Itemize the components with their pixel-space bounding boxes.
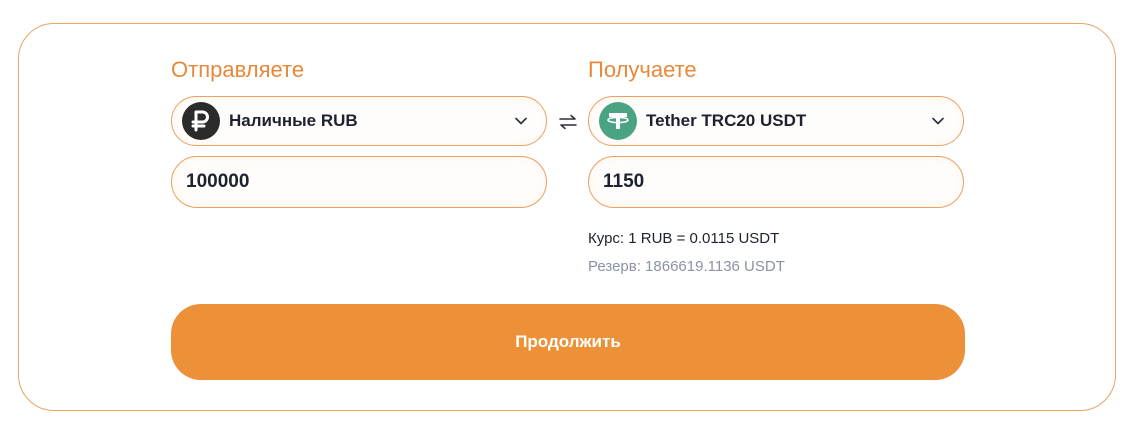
send-title: Отправляете bbox=[171, 57, 305, 82]
chevron-down-icon bbox=[931, 114, 945, 128]
chevron-down-icon bbox=[514, 114, 528, 128]
continue-button[interactable]: Продолжить bbox=[171, 304, 965, 380]
receive-currency-select[interactable]: Tether TRC20 USDT bbox=[588, 96, 964, 146]
receive-title: Получаете bbox=[588, 57, 697, 82]
send-currency-select[interactable]: Наличные RUB bbox=[171, 96, 547, 146]
send-amount-input[interactable] bbox=[171, 156, 547, 208]
exchange-rate-text: Курс: 1 RUB = 0.0115 USDT bbox=[588, 230, 780, 247]
swap-arrows-icon[interactable] bbox=[556, 111, 580, 133]
tether-icon bbox=[599, 102, 637, 140]
receive-currency-label: Tether TRC20 USDT bbox=[646, 111, 807, 130]
receive-amount-input[interactable] bbox=[588, 156, 964, 208]
send-currency-label: Наличные RUB bbox=[229, 111, 358, 130]
reserve-text: Резерв: 1866619.1136 USDT bbox=[588, 258, 785, 275]
ruble-icon bbox=[182, 102, 220, 140]
